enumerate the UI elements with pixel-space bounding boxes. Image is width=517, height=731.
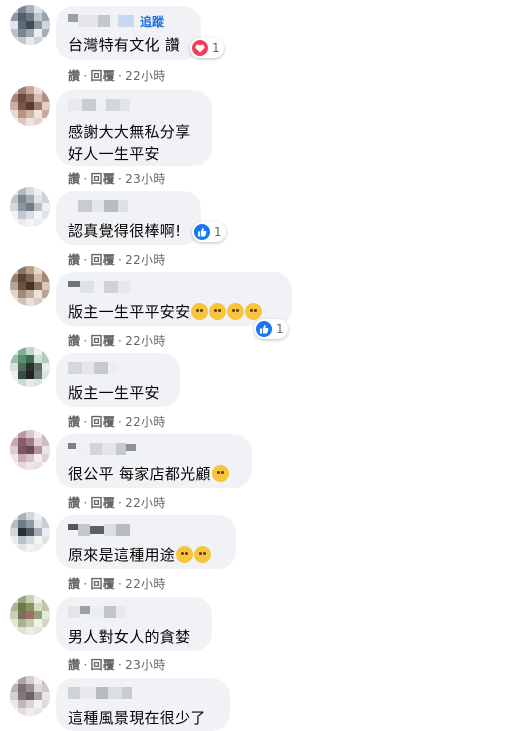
- like-action[interactable]: 讚: [68, 334, 80, 348]
- commenter-name[interactable]: [68, 685, 218, 701]
- reply-action[interactable]: 回覆: [90, 415, 115, 429]
- timestamp[interactable]: 23小時: [125, 172, 165, 186]
- comment-actions: 讚 · 回覆 · 23小時: [68, 658, 166, 672]
- like-action[interactable]: 讚: [68, 69, 80, 83]
- avatar[interactable]: [10, 512, 50, 552]
- comment-actions: 讚 · 回覆 · 22小時: [68, 415, 166, 429]
- blurred-name: [68, 98, 130, 112]
- commenter-name[interactable]: [68, 97, 200, 113]
- blurred-name: [68, 605, 126, 619]
- comment-text: 感謝大大無私分享 好人一生平安: [68, 123, 191, 163]
- comment-text: 認真覺得很棒啊!: [68, 222, 182, 240]
- comment-actions: 讚 · 回覆 · 22小時: [68, 577, 166, 591]
- smiley-emoji: [209, 303, 227, 320]
- blurred-name: [68, 361, 118, 375]
- comment-bubble: 感謝大大無私分享 好人一生平安: [56, 90, 212, 166]
- blurred-name: [68, 280, 130, 294]
- commenter-name[interactable]: [68, 441, 240, 457]
- like-action[interactable]: 讚: [68, 577, 80, 591]
- avatar[interactable]: [10, 266, 50, 306]
- like-action[interactable]: 讚: [68, 253, 80, 267]
- commenter-name[interactable]: [68, 604, 200, 620]
- like-action[interactable]: 讚: [68, 172, 80, 186]
- reply-action[interactable]: 回覆: [90, 496, 115, 510]
- timestamp[interactable]: 22小時: [125, 577, 165, 591]
- timestamp[interactable]: 22小時: [125, 334, 165, 348]
- blurred-name: [68, 523, 130, 537]
- reaction-count[interactable]: 1: [254, 319, 288, 339]
- comment-text: 版主一生平平安安: [68, 301, 280, 323]
- comment-bubble: 版主一生平平安安: [56, 272, 292, 326]
- like-action[interactable]: 讚: [68, 415, 80, 429]
- smiley-emoji: [194, 546, 212, 563]
- timestamp[interactable]: 22小時: [125, 496, 165, 510]
- comment-text: 台灣特有文化 讚: [68, 36, 181, 54]
- commenter-name[interactable]: 追蹤: [68, 13, 189, 29]
- timestamp[interactable]: 22小時: [125, 415, 165, 429]
- smiley-emoji: [191, 303, 209, 320]
- follow-link[interactable]: 追蹤: [140, 13, 164, 30]
- comment-bubble: 這種風景現在很少了: [56, 678, 230, 731]
- comment-bubble: 很公平 每家店都光顧: [56, 434, 252, 488]
- reply-action[interactable]: 回覆: [90, 334, 115, 348]
- comment-bubble: 原來是這種用途: [56, 515, 236, 569]
- comment-text: 這種風景現在很少了: [68, 709, 206, 727]
- timestamp[interactable]: 23小時: [125, 658, 165, 672]
- comment-text: 男人對女人的貪婪: [68, 628, 191, 646]
- smiley-emoji: [176, 546, 194, 563]
- thumbs-up-icon: [256, 321, 272, 337]
- like-action[interactable]: 讚: [68, 496, 80, 510]
- avatar[interactable]: [10, 676, 50, 716]
- comment-actions: 讚 · 回覆 · 22小時: [68, 334, 166, 348]
- blurred-name: [68, 199, 128, 213]
- avatar[interactable]: [10, 5, 50, 45]
- comment-actions: 讚 · 回覆 · 22小時: [68, 253, 166, 267]
- blurred-name: [68, 686, 132, 700]
- comment-bubble: 追蹤 台灣特有文化 讚: [56, 6, 201, 60]
- commenter-name[interactable]: [68, 360, 168, 376]
- heart-icon: [192, 40, 208, 56]
- comment-bubble: 男人對女人的貪婪: [56, 597, 212, 651]
- avatar[interactable]: [10, 347, 50, 387]
- commenter-name[interactable]: [68, 279, 280, 295]
- comment-actions: 讚 · 回覆 · 22小時: [68, 496, 166, 510]
- comment-actions: 讚 · 回覆 · 22小時: [68, 69, 166, 83]
- reply-action[interactable]: 回覆: [90, 69, 115, 83]
- blurred-name: [68, 14, 134, 28]
- commenter-name[interactable]: [68, 198, 189, 214]
- commenter-name[interactable]: [68, 522, 224, 538]
- reaction-count[interactable]: 1: [190, 38, 224, 58]
- like-action[interactable]: 讚: [68, 658, 80, 672]
- avatar[interactable]: [10, 430, 50, 470]
- timestamp[interactable]: 22小時: [125, 253, 165, 267]
- comment-bubble: 版主一生平安: [56, 353, 180, 407]
- avatar[interactable]: [10, 595, 50, 635]
- smiley-emoji: [245, 303, 263, 320]
- reply-action[interactable]: 回覆: [90, 253, 115, 267]
- reaction-count[interactable]: 1: [192, 222, 226, 242]
- blurred-name: [68, 442, 136, 456]
- comment-actions: 讚 · 回覆 · 23小時: [68, 172, 166, 186]
- reply-action[interactable]: 回覆: [90, 577, 115, 591]
- reply-action[interactable]: 回覆: [90, 658, 115, 672]
- avatar[interactable]: [10, 86, 50, 126]
- reply-action[interactable]: 回覆: [90, 172, 115, 186]
- comment-bubble: 認真覺得很棒啊!: [56, 191, 201, 245]
- comment-text: 版主一生平安: [68, 384, 160, 402]
- smiley-emoji: [227, 303, 245, 320]
- smiley-emoji: [211, 465, 229, 482]
- comment-text: 很公平 每家店都光顧: [68, 463, 240, 485]
- comment-text: 原來是這種用途: [68, 544, 224, 566]
- thumbs-up-icon: [194, 224, 210, 240]
- avatar[interactable]: [10, 187, 50, 227]
- timestamp[interactable]: 22小時: [125, 69, 165, 83]
